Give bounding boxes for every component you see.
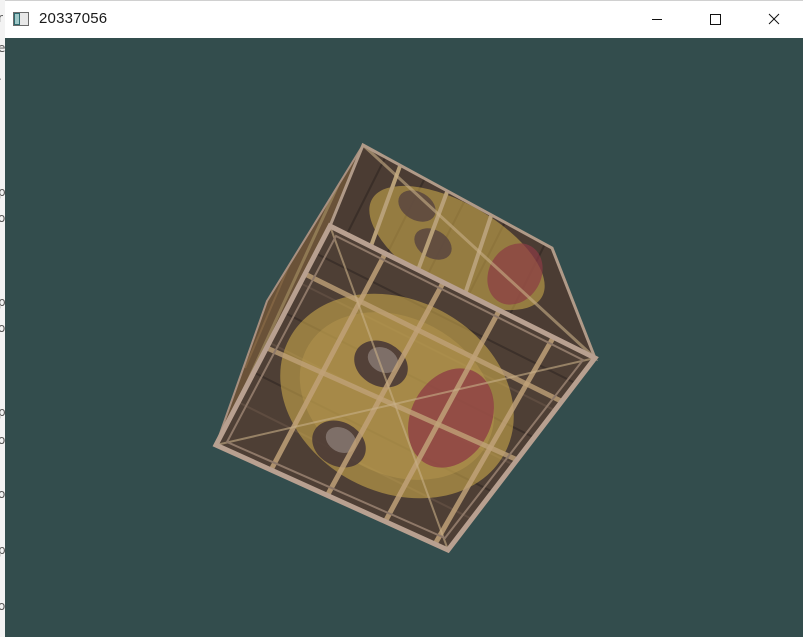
maximize-button[interactable] — [686, 1, 744, 38]
minimize-button[interactable] — [628, 1, 686, 38]
app-icon[interactable] — [13, 12, 29, 26]
app-window: 20337056 — [5, 0, 803, 637]
render-viewport[interactable] — [5, 38, 803, 637]
desktop: r e . p o p o p o o p o 20337056 — [0, 0, 803, 637]
maximize-icon — [710, 14, 721, 25]
title-bar[interactable]: 20337056 — [5, 1, 803, 38]
window-title: 20337056 — [39, 10, 108, 27]
minimize-icon — [652, 19, 662, 20]
cube-scene — [212, 142, 599, 554]
close-button[interactable] — [745, 1, 803, 38]
close-icon — [768, 13, 780, 25]
